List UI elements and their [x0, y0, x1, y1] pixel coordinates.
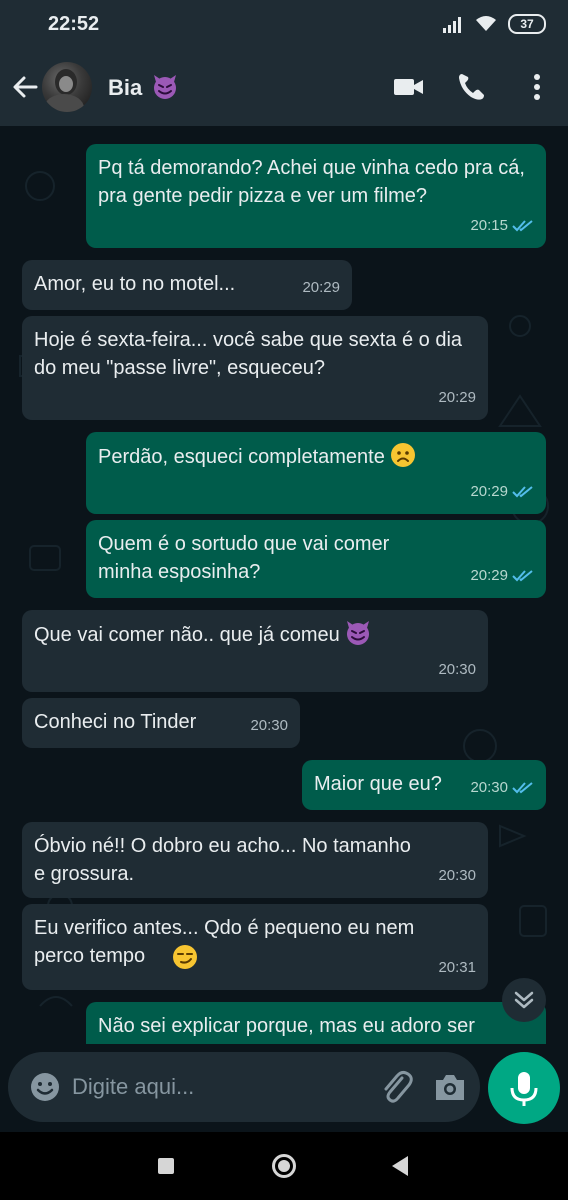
battery-indicator: 37 [508, 14, 546, 34]
message-time: 20:15 [470, 217, 508, 234]
smirking-face-icon [173, 945, 197, 969]
message-text: Óbvio né!! O dobro eu acho... No tamanho… [34, 835, 411, 885]
message-incoming[interactable]: Eu verifico antes... Qdo é pequeno eu ne… [22, 904, 488, 990]
message-time: 20:29 [438, 389, 476, 406]
video-call-icon[interactable] [392, 70, 426, 104]
read-ticks-icon [512, 782, 533, 794]
message-meta: 20:30 [470, 774, 534, 802]
message-time: 20:29 [470, 567, 508, 584]
message-time: 20:29 [302, 279, 340, 296]
double-chevron-down-icon [514, 991, 534, 1009]
message-input-container[interactable]: Digite aqui... [8, 1052, 480, 1122]
voice-call-icon[interactable] [454, 70, 488, 104]
message-outgoing[interactable]: Maior que eu? 20:30 [302, 760, 546, 810]
message-meta: 20:29 [302, 274, 340, 302]
contact-name: Bia [108, 75, 143, 100]
signal-icon [443, 17, 461, 33]
message-outgoing[interactable]: Pq tá demorando? Achei que vinha cedo pr… [86, 144, 546, 248]
home-button[interactable] [272, 1154, 296, 1178]
system-navigation-bar [0, 1132, 568, 1200]
frowning-face-icon [391, 443, 416, 467]
system-back-button[interactable] [392, 1156, 408, 1176]
microphone-icon [510, 1072, 538, 1106]
message-input[interactable]: Digite aqui... [72, 1074, 194, 1100]
message-meta: 20:31 [438, 954, 476, 982]
message-outgoing[interactable]: Não sei explicar porque, mas eu adoro se… [86, 1002, 546, 1044]
message-incoming[interactable]: Hoje é sexta-feira... você sabe que sext… [22, 316, 488, 420]
message-incoming[interactable]: Conheci no Tinder 20:30 [22, 698, 300, 748]
message-text: Que vai comer não.. que já comeu [34, 624, 340, 646]
message-time: 20:30 [470, 779, 508, 796]
message-text-row: Que vai comer não.. que já comeu [34, 620, 476, 649]
camera-icon[interactable] [432, 1070, 468, 1104]
status-icons: 37 [442, 12, 546, 36]
message-meta: 20:30 [438, 862, 476, 890]
emoji-picker-icon[interactable] [28, 1070, 62, 1104]
chat-header: Bia [0, 48, 568, 126]
message-incoming[interactable]: Amor, eu to no motel... 20:29 [22, 260, 352, 310]
message-incoming[interactable]: Óbvio né!! O dobro eu acho... No tamanho… [22, 822, 488, 898]
message-text: Perdão, esqueci completamente [98, 446, 385, 468]
contact-avatar[interactable] [42, 62, 92, 112]
avatar-photo [44, 69, 84, 112]
smiling-imp-icon [154, 75, 177, 99]
wifi-icon [476, 16, 496, 31]
status-bar: 22:52 37 [0, 0, 568, 48]
message-time: 20:30 [250, 717, 288, 734]
read-ticks-icon [512, 220, 533, 232]
message-outgoing[interactable]: Perdão, esqueci completamente 20:29 [86, 432, 546, 514]
message-text: Eu verifico antes... Qdo é pequeno eu ne… [34, 917, 415, 967]
scroll-to-bottom-button[interactable] [502, 978, 546, 1022]
composer-bar: Digite aqui... [0, 1044, 568, 1132]
message-time: 20:29 [470, 483, 508, 500]
message-meta: 20:29 [470, 562, 534, 590]
message-text: Não sei explicar porque, mas eu adoro se… [98, 1015, 475, 1037]
message-text: Pq tá demorando? Achei que vinha cedo pr… [98, 157, 525, 207]
message-meta: 20:30 [250, 712, 288, 740]
chat-area[interactable]: Pq tá demorando? Achei que vinha cedo pr… [0, 126, 568, 1044]
message-meta: 20:29 [470, 478, 534, 506]
more-options-icon[interactable] [520, 70, 554, 104]
message-text: Amor, eu to no motel... [34, 273, 236, 295]
message-meta: 20:15 [470, 212, 534, 240]
message-outgoing[interactable]: Quem é o sortudo que vai comer minha esp… [86, 520, 546, 598]
recents-button[interactable] [158, 1158, 174, 1174]
back-arrow-icon[interactable] [10, 72, 40, 102]
message-time: 20:31 [438, 959, 476, 976]
read-ticks-icon [512, 486, 533, 498]
smiling-imp-icon [347, 621, 370, 645]
status-clock: 22:52 [48, 13, 100, 35]
attachment-icon[interactable] [378, 1068, 414, 1106]
message-incoming[interactable]: Que vai comer não.. que já comeu 20:30 [22, 610, 488, 692]
message-text-row: Perdão, esqueci completamente [98, 442, 534, 471]
message-text: Quem é o sortudo que vai comer minha esp… [98, 533, 390, 583]
message-time: 20:30 [438, 867, 476, 884]
message-meta: 20:30 [438, 656, 476, 684]
contact-name-row[interactable]: Bia [108, 74, 178, 101]
voice-message-button[interactable] [488, 1052, 560, 1124]
message-meta: 20:29 [438, 384, 476, 412]
read-ticks-icon [512, 570, 533, 582]
message-text: Hoje é sexta-feira... você sabe que sext… [34, 329, 463, 379]
message-time: 20:30 [438, 661, 476, 678]
